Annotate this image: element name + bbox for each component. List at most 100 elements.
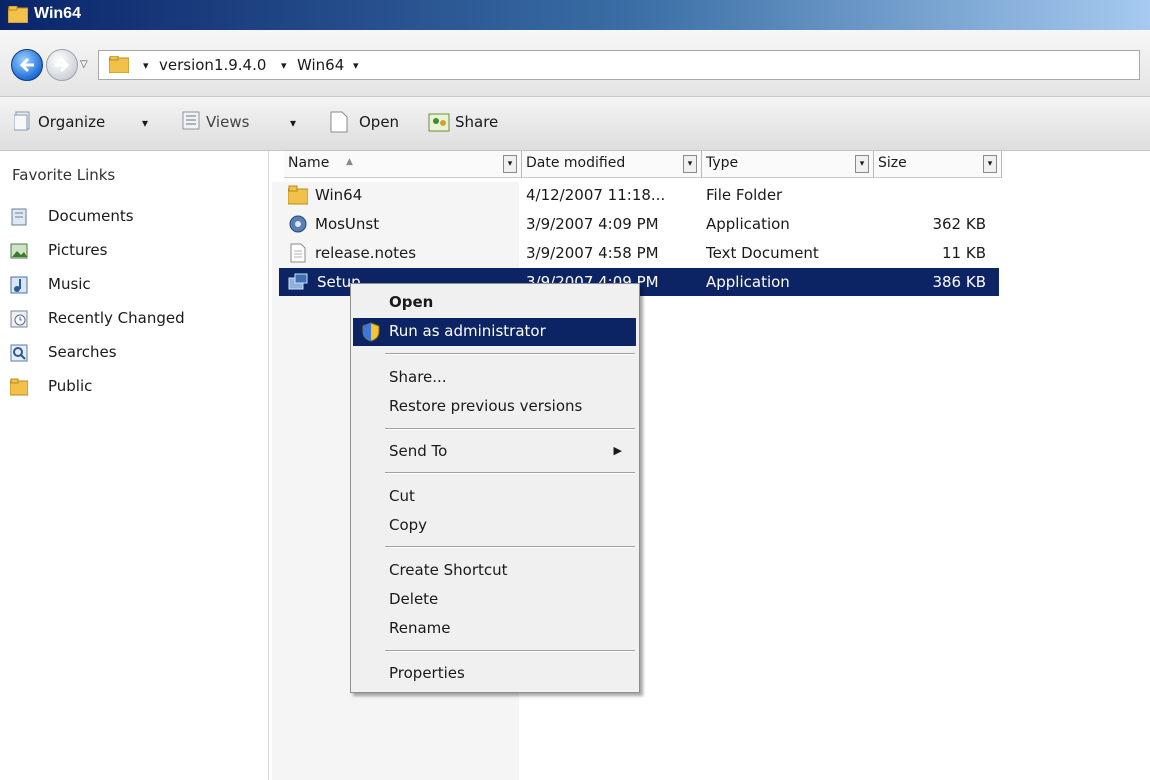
sidebar-item-documents[interactable]: Documents (10, 204, 260, 232)
menu-item-label: Restore previous versions (389, 397, 583, 415)
pictures-icon (10, 243, 28, 259)
sidebar-item-searches[interactable]: Searches (10, 340, 260, 368)
command-toolbar: Organize ▾ Views ▾ Open Share (0, 97, 1150, 151)
column-filter-dropdown[interactable]: ▾ (503, 155, 517, 173)
menu-separator (385, 472, 635, 474)
installer-icon (289, 215, 307, 233)
sidebar-item-label: Documents (48, 207, 134, 225)
menu-separator (385, 546, 635, 548)
views-button[interactable]: Views (206, 113, 249, 131)
public-folder-icon (10, 378, 28, 396)
sidebar-item-recently-changed[interactable]: Recently Changed (10, 306, 260, 334)
column-filter-dropdown[interactable]: ▾ (983, 155, 997, 173)
menu-item-open[interactable]: Open (353, 289, 636, 317)
sort-ascending-icon: ▲ (346, 157, 353, 167)
music-icon (10, 276, 28, 294)
organize-dropdown-arrow[interactable]: ▾ (142, 116, 148, 130)
file-date: 3/9/2007 4:09 PM (526, 215, 659, 233)
file-type: Application (706, 273, 790, 291)
menu-item-label: Open (389, 293, 434, 311)
menu-item-send-to[interactable]: Send To ▶ (353, 438, 636, 466)
breadcrumb-separator[interactable]: ▾ (281, 59, 287, 72)
menu-item-copy[interactable]: Copy (353, 512, 636, 540)
menu-item-label: Delete (389, 590, 439, 608)
sidebar-item-music[interactable]: Music (10, 272, 260, 300)
file-date: 3/9/2007 4:58 PM (526, 244, 659, 262)
menu-item-run-as-administrator[interactable]: Run as administrator (353, 318, 636, 346)
organize-button[interactable]: Organize (38, 113, 105, 131)
menu-item-rename[interactable]: Rename (353, 615, 636, 643)
menu-item-label: Run as administrator (389, 322, 546, 340)
menu-item-create-shortcut[interactable]: Create Shortcut (353, 557, 636, 585)
breadcrumb-win64[interactable]: Win64 (297, 56, 344, 74)
file-type: Application (706, 215, 790, 233)
menu-item-label: Rename (389, 619, 451, 637)
sidebar-item-label: Public (48, 377, 93, 395)
share-button[interactable]: Share (455, 113, 498, 131)
share-icon (428, 113, 450, 132)
column-filter-dropdown[interactable]: ▾ (855, 155, 869, 173)
menu-separator (385, 650, 635, 652)
organize-icon (14, 111, 30, 131)
menu-item-restore-previous-versions[interactable]: Restore previous versions (353, 393, 636, 421)
context-menu: Open Run as administrator Share... Resto… (350, 283, 640, 693)
title-bar: Win64 (0, 0, 1150, 30)
text-document-icon (290, 243, 306, 263)
menu-separator (385, 428, 635, 430)
file-date: 4/12/2007 11:18... (526, 186, 666, 204)
recent-pages-dropdown[interactable]: ▽ (80, 59, 88, 70)
column-header-label: Date modified (526, 155, 626, 171)
file-type: Text Document (706, 244, 819, 262)
sidebar-item-label: Searches (48, 343, 117, 361)
favorite-links-heading: Favorite Links (12, 166, 116, 184)
setup-icon (288, 273, 308, 290)
column-filter-dropdown[interactable]: ▾ (683, 155, 697, 173)
window-title: Win64 (34, 5, 81, 22)
menu-item-label: Share... (389, 368, 447, 386)
file-type: File Folder (706, 186, 783, 204)
column-header-name[interactable]: Name ▲ ▾ (284, 151, 522, 178)
file-name: MosUnst (315, 215, 380, 233)
open-icon (330, 111, 348, 133)
column-header-size[interactable]: Size ▾ (874, 151, 1002, 178)
folder-icon (109, 56, 129, 73)
address-box[interactable]: ▾ version1.9.4.0 ▾ Win64 ▾ (98, 50, 1140, 80)
file-row[interactable]: Win64 4/12/2007 11:18... File Folder (279, 181, 999, 209)
folder-icon (8, 6, 28, 23)
back-button[interactable] (11, 49, 43, 81)
breadcrumb-separator[interactable]: ▾ (353, 59, 359, 72)
file-name: release.notes (315, 244, 417, 262)
menu-item-label: Properties (389, 664, 465, 682)
column-header-type[interactable]: Type ▾ (702, 151, 874, 178)
sidebar-item-label: Recently Changed (48, 309, 185, 327)
submenu-arrow-icon: ▶ (613, 444, 622, 457)
menu-item-label: Copy (389, 516, 428, 534)
breadcrumb-separator[interactable]: ▾ (143, 59, 149, 72)
back-arrow-icon (19, 57, 34, 73)
file-row[interactable]: release.notes 3/9/2007 4:58 PM Text Docu… (279, 239, 999, 267)
file-row[interactable]: MosUnst 3/9/2007 4:09 PM Application 362… (279, 210, 999, 238)
menu-item-share[interactable]: Share... (353, 364, 636, 392)
sidebar-item-public[interactable]: Public (10, 374, 260, 402)
views-icon (182, 111, 200, 130)
menu-item-delete[interactable]: Delete (353, 586, 636, 614)
uac-shield-icon (362, 322, 380, 342)
documents-icon (11, 208, 27, 226)
forward-button[interactable] (46, 49, 78, 81)
sidebar-item-label: Music (48, 275, 91, 293)
column-header-date[interactable]: Date modified ▾ (522, 151, 702, 178)
forward-arrow-icon (55, 57, 70, 73)
sidebar-item-pictures[interactable]: Pictures (10, 238, 260, 266)
breadcrumb-version[interactable]: version1.9.4.0 (159, 56, 266, 74)
menu-item-properties[interactable]: Properties (353, 660, 636, 688)
column-header-label: Name (288, 155, 330, 171)
menu-item-label: Create Shortcut (389, 561, 508, 579)
open-button[interactable]: Open (359, 113, 399, 131)
file-name: Win64 (315, 186, 363, 204)
menu-item-cut[interactable]: Cut (353, 483, 636, 511)
favorite-links-pane: Favorite Links Documents Pictures Music … (0, 151, 269, 780)
file-size: 386 KB (932, 273, 986, 291)
menu-item-label: Send To (389, 442, 448, 460)
searches-icon (10, 344, 28, 362)
views-dropdown-arrow[interactable]: ▾ (290, 116, 296, 130)
